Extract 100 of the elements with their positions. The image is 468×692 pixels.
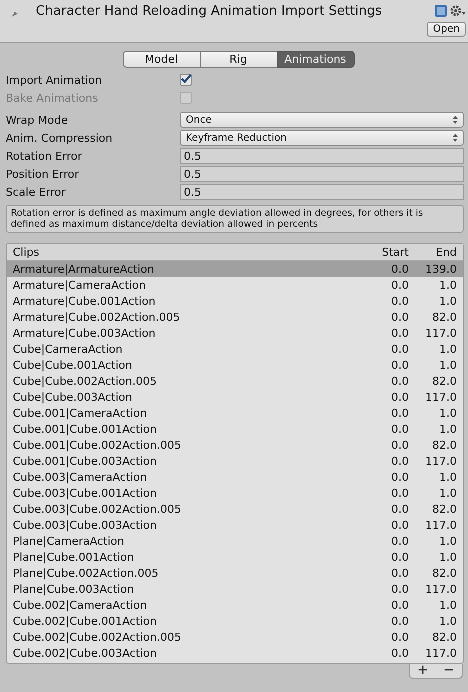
clip-row[interactable]: Cube.003|Cube.002Action.005 0.0 82.0: [7, 501, 463, 517]
dropdown[interactable]: Once: [180, 112, 464, 128]
clip-row[interactable]: Armature|Cube.003Action 0.0 117.0: [7, 325, 463, 341]
help-box: Rotation error is defined as maximum angle deviation allowed in degrees, for others it is defined as maximum distance/delta deviation allowed in percents: [6, 205, 464, 233]
clip-row[interactable]: Plane|CameraAction 0.0 1.0: [7, 533, 463, 549]
clip-row[interactable]: Plane|Cube.001Action 0.0 1.0: [7, 549, 463, 565]
clip-name: Armature|ArmatureAction: [13, 262, 156, 276]
clip-end: 117.0: [424, 582, 457, 596]
clip-start: 0.0: [390, 646, 409, 660]
dropdown-arrows-icon: [453, 116, 458, 124]
clip-start: 0.0: [390, 342, 409, 356]
clip-name: Cube.002|CameraAction: [13, 598, 148, 612]
setting-label: Bake Animations: [6, 92, 100, 104]
clip-end: 1.0: [438, 470, 457, 484]
dropdown[interactable]: Keyframe Reduction: [180, 130, 464, 146]
clip-name: Cube.002|Cube.002Action.005: [13, 630, 182, 644]
clip-start: 0.0: [390, 278, 409, 292]
clip-row[interactable]: Plane|Cube.003Action 0.0 117.0: [7, 581, 463, 597]
setting-label: Rotation Error: [6, 150, 84, 162]
clip-name: Cube.001|Cube.002Action.005: [13, 438, 182, 452]
clip-row[interactable]: Plane|Cube.002Action.005 0.0 82.0: [7, 565, 463, 581]
clip-end: 117.0: [424, 646, 457, 660]
clip-start: 0.0: [390, 358, 409, 372]
open-button[interactable]: Open: [427, 22, 466, 37]
column-header: Clips: [13, 246, 41, 258]
input-field[interactable]: 0.5: [180, 166, 464, 182]
clip-row[interactable]: Cube.001|Cube.002Action.005 0.0 82.0: [7, 437, 463, 453]
clip-start: 0.0: [390, 406, 409, 420]
clip-start: 0.0: [390, 566, 409, 580]
tab[interactable]: Rig: [200, 51, 278, 68]
clip-name: Cube.003|Cube.002Action.005: [13, 502, 182, 516]
clip-end: 1.0: [438, 486, 457, 500]
input-field[interactable]: 0.5: [180, 184, 464, 200]
add-button[interactable]: +: [410, 664, 436, 678]
clip-start: 0.0: [390, 438, 409, 452]
clip-start: 0.0: [390, 614, 409, 628]
clip-row[interactable]: Cube.003|CameraAction 0.0 1.0: [7, 469, 463, 485]
clip-name: Plane|Cube.003Action: [13, 582, 136, 596]
clip-row[interactable]: Cube.002|CameraAction 0.0 1.0: [7, 597, 463, 613]
clip-row[interactable]: Cube.001|CameraAction 0.0 1.0: [7, 405, 463, 421]
clip-row[interactable]: Cube.002|Cube.001Action 0.0 1.0: [7, 613, 463, 629]
setting-label: Import Animation: [6, 74, 104, 86]
clip-row[interactable]: Cube|Cube.001Action 0.0 1.0: [7, 357, 463, 373]
clip-name: Cube.001|CameraAction: [13, 406, 148, 420]
clip-row[interactable]: Cube.001|Cube.001Action 0.0 1.0: [7, 421, 463, 437]
clip-end: 1.0: [438, 406, 457, 420]
clip-start: 0.0: [390, 326, 409, 340]
clip-row[interactable]: Cube.002|Cube.002Action.005 0.0 82.0: [7, 629, 463, 645]
clip-end: 117.0: [424, 390, 457, 404]
remove-button[interactable]: −: [436, 664, 462, 678]
clip-end: 82.0: [432, 502, 457, 516]
clip-row[interactable]: Cube|CameraAction 0.0 1.0: [7, 341, 463, 357]
setting-label: Position Error: [6, 168, 80, 180]
dropdown-arrows-icon: [453, 134, 458, 142]
clip-end: 1.0: [438, 294, 457, 308]
clip-name: Cube.003|Cube.001Action: [13, 486, 158, 500]
clip-row[interactable]: Armature|ArmatureAction 0.0 139.0: [7, 261, 463, 277]
clip-name: Cube.002|Cube.001Action: [13, 614, 158, 628]
clip-start: 0.0: [390, 390, 409, 404]
clip-row[interactable]: Armature|CameraAction 0.0 1.0: [7, 277, 463, 293]
clip-end: 82.0: [432, 566, 457, 580]
clip-row[interactable]: Cube|Cube.002Action.005 0.0 82.0: [7, 373, 463, 389]
clip-name: Cube.002|Cube.003Action: [13, 646, 158, 660]
clip-name: Cube|CameraAction: [13, 342, 124, 356]
input-field[interactable]: 0.5: [180, 148, 464, 164]
clip-end: 1.0: [438, 422, 457, 436]
clip-start: 0.0: [390, 454, 409, 468]
clip-row[interactable]: Cube|Cube.003Action 0.0 117.0: [7, 389, 463, 405]
clip-end: 1.0: [438, 550, 457, 564]
tab[interactable]: Animations: [276, 51, 354, 68]
column-header: Start: [381, 246, 409, 258]
clip-row[interactable]: Cube.003|Cube.001Action 0.0 1.0: [7, 485, 463, 501]
clip-end: 117.0: [424, 326, 457, 340]
setting-label: Scale Error: [6, 186, 67, 198]
clip-name: Armature|Cube.003Action: [13, 326, 157, 340]
clip-start: 0.0: [390, 310, 409, 324]
clip-name: Armature|CameraAction: [13, 278, 147, 292]
clip-name: Cube|Cube.003Action: [13, 390, 134, 404]
clip-start: 0.0: [390, 422, 409, 436]
clip-name: Armature|Cube.002Action.005: [13, 310, 182, 324]
clip-end: 82.0: [432, 630, 457, 644]
clip-row[interactable]: Armature|Cube.001Action 0.0 1.0: [7, 293, 463, 309]
clip-start: 0.0: [390, 518, 409, 532]
clip-row[interactable]: Armature|Cube.002Action.005 0.0 82.0: [7, 309, 463, 325]
clip-row[interactable]: Cube.001|Cube.003Action 0.0 117.0: [7, 453, 463, 469]
clip-row[interactable]: Cube.003|Cube.003Action 0.0 117.0: [7, 517, 463, 533]
clip-end: 1.0: [438, 342, 457, 356]
clip-row[interactable]: Cube.002|Cube.003Action 0.0 117.0: [7, 645, 463, 661]
setting-label: Wrap Mode: [6, 114, 70, 126]
settings-icon[interactable]: [450, 4, 466, 18]
asset-icon: [10, 9, 20, 19]
clip-end: 117.0: [424, 518, 457, 532]
checkbox[interactable]: [180, 74, 192, 86]
clip-start: 0.0: [390, 550, 409, 564]
tab[interactable]: Model: [122, 51, 200, 68]
setting-label: Anim. Compression: [6, 132, 114, 144]
clip-end: 139.0: [424, 262, 457, 276]
clip-start: 0.0: [390, 470, 409, 484]
clip-end: 1.0: [438, 614, 457, 628]
clip-start: 0.0: [390, 534, 409, 548]
